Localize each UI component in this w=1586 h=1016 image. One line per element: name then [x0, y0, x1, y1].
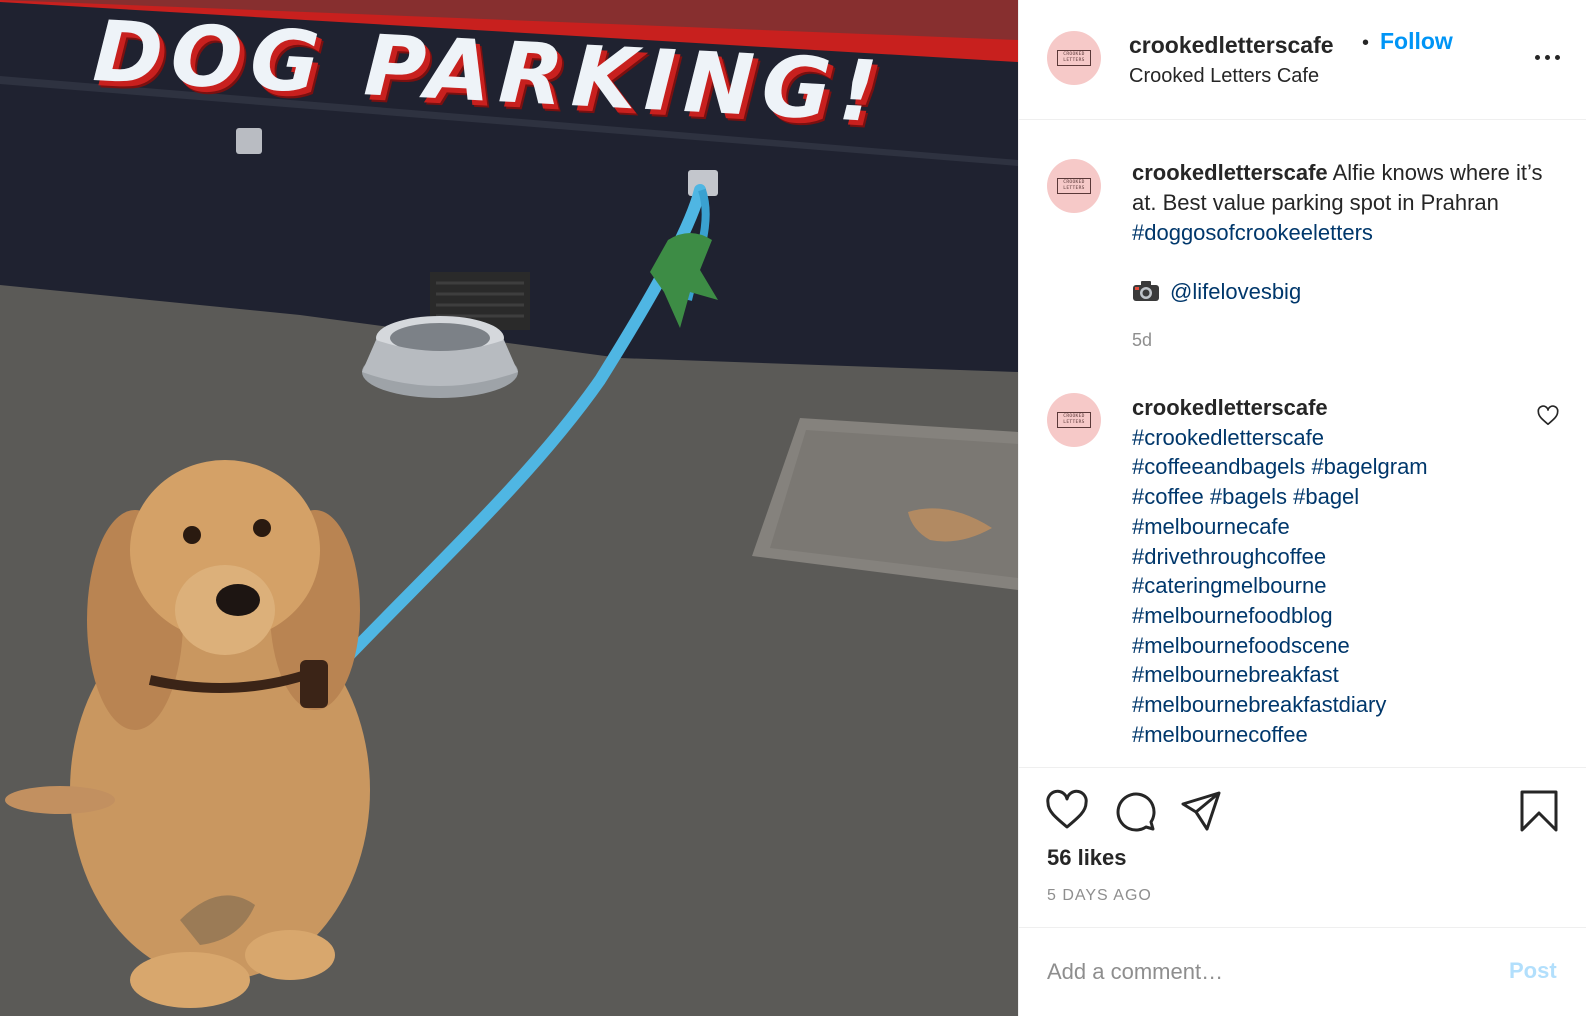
post-side-panel: CROOKED LETTERS crookedletterscafe • Fol… [1018, 0, 1586, 1016]
hashtag-link[interactable]: #coffeeandbagels [1132, 454, 1305, 479]
action-bar: 56 likes 5 DAYS AGO [1019, 767, 1586, 927]
likes-count[interactable]: 56 likes [1047, 845, 1127, 871]
photo-credit: @lifelovesbig [1132, 277, 1301, 307]
comments-section[interactable]: CROOKED LETTERS crookedletterscafe Alfie… [1019, 121, 1586, 766]
hashtag-link[interactable]: #melbournecafe [1132, 514, 1290, 539]
add-comment-bar: Post [1019, 927, 1586, 1016]
hashtag-link[interactable]: #melbournecoffee [1132, 722, 1308, 747]
location-link[interactable]: Crooked Letters Cafe [1129, 65, 1319, 88]
post-date[interactable]: 5 DAYS AGO [1047, 887, 1152, 905]
comment-like-heart-icon[interactable] [1537, 405, 1559, 427]
share-icon[interactable] [1179, 789, 1223, 833]
caption-hashtag[interactable]: #doggosofcrookeeletters [1132, 220, 1373, 245]
caption-time[interactable]: 5d [1132, 330, 1152, 351]
hashtag-link[interactable]: #melbournebreakfastdiary [1132, 692, 1386, 717]
header-username[interactable]: crookedletterscafe [1129, 32, 1334, 59]
caption-username[interactable]: crookedletterscafe [1132, 160, 1328, 185]
hashtag-link[interactable]: #cateringmelbourne [1132, 573, 1326, 598]
avatar-logo: CROOKED LETTERS [1057, 50, 1091, 66]
post-button[interactable]: Post [1509, 958, 1557, 984]
avatar[interactable]: CROOKED LETTERS [1047, 31, 1101, 85]
comment-icon[interactable] [1113, 789, 1157, 833]
hashtag-link[interactable]: #crookedletterscafe [1132, 425, 1324, 450]
bookmark-icon[interactable] [1517, 789, 1561, 833]
hashtag-link[interactable]: #melbournebreakfast [1132, 662, 1339, 687]
hashtag-link[interactable]: #melbournefoodscene [1132, 633, 1350, 658]
credit-mention[interactable]: @lifelovesbig [1170, 279, 1301, 304]
avatar-logo: CROOKED LETTERS [1057, 412, 1091, 428]
comment-text: crookedletterscafe #crookedletterscafe #… [1132, 393, 1532, 749]
camera-icon [1133, 281, 1159, 301]
heart-icon[interactable] [1045, 789, 1089, 833]
header-separator: • [1362, 32, 1370, 54]
hashtag-link[interactable]: #drivethroughcoffee [1132, 544, 1326, 569]
more-options-icon[interactable] [1535, 46, 1569, 68]
comment-username[interactable]: crookedletterscafe [1132, 393, 1532, 423]
hashtag-link[interactable]: #melbournefoodblog [1132, 603, 1333, 628]
post-photo[interactable]: DOG PARKING! [0, 0, 1018, 1016]
avatar-logo: CROOKED LETTERS [1057, 178, 1091, 194]
follow-button[interactable]: Follow [1380, 28, 1453, 55]
hashtag-link[interactable]: #bagel [1293, 484, 1359, 509]
hashtag-link[interactable]: #coffee [1132, 484, 1204, 509]
hashtag-link[interactable]: #bagels [1210, 484, 1287, 509]
caption-text: crookedletterscafe Alfie knows where it’… [1132, 158, 1572, 248]
comment-input[interactable] [1047, 952, 1487, 992]
hashtag-link[interactable]: #bagelgram [1311, 454, 1427, 479]
caption-avatar[interactable]: CROOKED LETTERS [1047, 159, 1101, 213]
post-header: CROOKED LETTERS crookedletterscafe • Fol… [1019, 0, 1586, 120]
comment-avatar[interactable]: CROOKED LETTERS [1047, 393, 1101, 447]
